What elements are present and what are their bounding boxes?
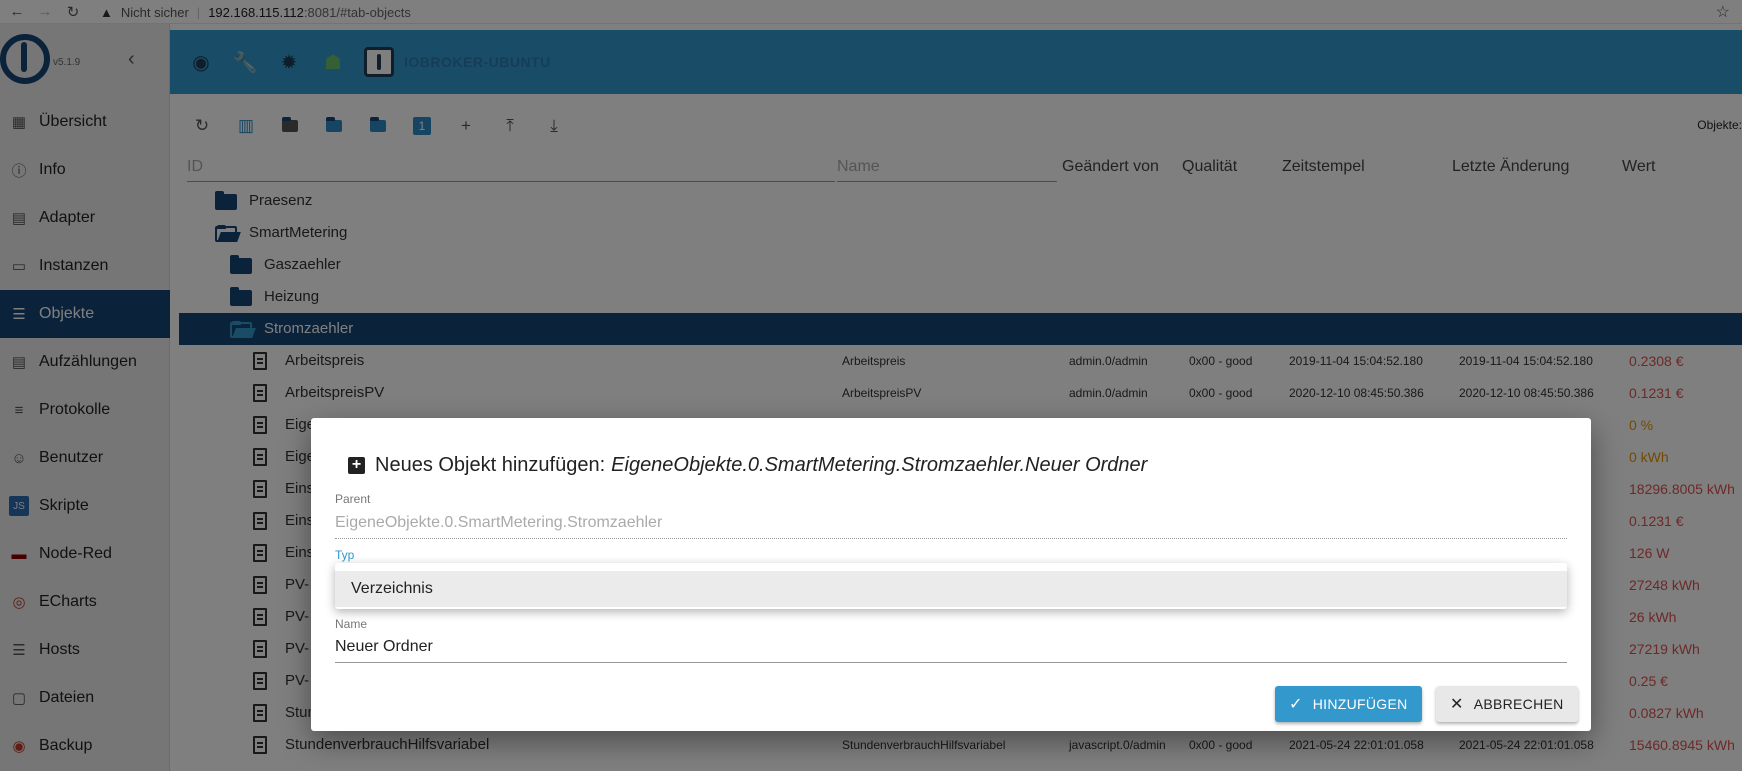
parent-field: EigeneObjekte.0.SmartMetering.Stromzaehl… xyxy=(335,514,1567,539)
dialog-title-prefix: Neues Objekt hinzufügen: xyxy=(375,454,606,476)
close-icon: ✕ xyxy=(1450,696,1464,713)
type-option-verzeichnis[interactable]: Verzeichnis xyxy=(335,571,1567,607)
name-input[interactable]: Neuer Ordner xyxy=(335,638,1567,663)
check-icon: ✓ xyxy=(1289,696,1303,713)
cancel-button-label: ABBRECHEN xyxy=(1473,696,1564,712)
add-button-label: HINZUFÜGEN xyxy=(1312,696,1408,712)
add-box-icon: + xyxy=(348,457,365,474)
name-label: Name xyxy=(335,617,368,631)
type-label: Typ xyxy=(335,548,355,562)
dialog-title-path: EigeneObjekte.0.SmartMetering.Stromzaehl… xyxy=(611,454,1148,476)
dialog-title: + Neues Objekt hinzufügen: EigeneObjekte… xyxy=(348,454,1147,477)
parent-label: Parent xyxy=(335,492,371,506)
add-object-dialog: + Neues Objekt hinzufügen: EigeneObjekte… xyxy=(311,418,1591,731)
type-dropdown-menu: Verzeichnis xyxy=(335,563,1567,609)
cancel-button[interactable]: ✕ ABBRECHEN xyxy=(1436,686,1578,722)
add-button[interactable]: ✓ HINZUFÜGEN xyxy=(1275,686,1422,722)
